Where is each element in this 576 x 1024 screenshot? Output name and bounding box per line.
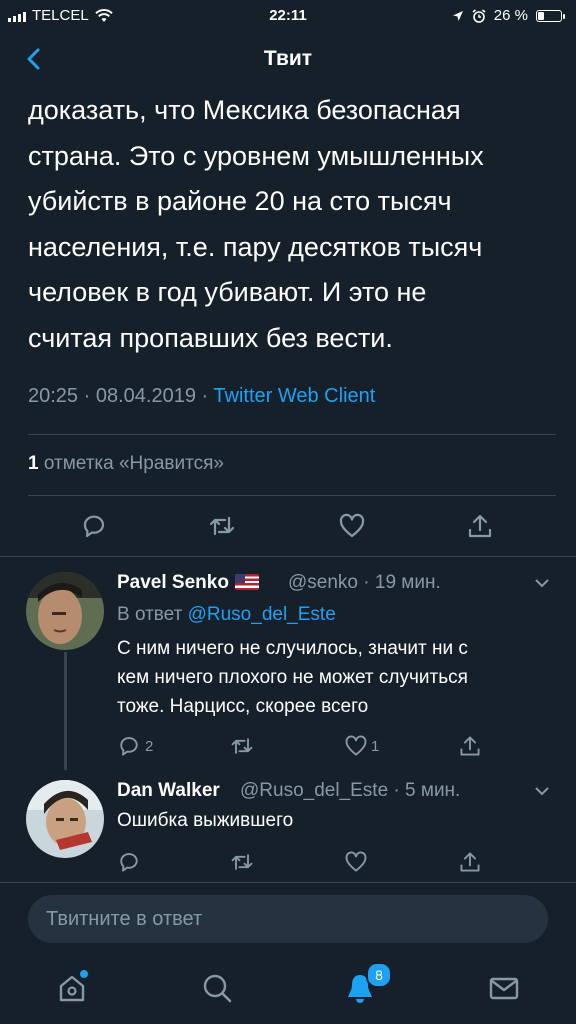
- retweet-button[interactable]: [230, 850, 254, 874]
- likes-label: отметка «Нравится»: [43, 453, 224, 474]
- tweet-options-button[interactable]: [532, 784, 552, 798]
- reply-text-line: кем ничего плохого не может случиться: [117, 667, 468, 688]
- alarm-icon: [472, 8, 486, 23]
- heart-icon: [345, 851, 367, 872]
- reply-icon: [120, 853, 138, 872]
- reply-author-name[interactable]: Dan Walker: [117, 780, 220, 802]
- retweet-icon: [209, 516, 235, 536]
- retweet-button[interactable]: [208, 512, 236, 540]
- reply-button[interactable]: [80, 512, 108, 540]
- divider: [0, 556, 576, 557]
- meta-separator: ·: [83, 385, 91, 407]
- tweet-text-line: населения, т.е. пару десятков тысяч: [28, 231, 483, 262]
- reply-icon: [83, 515, 105, 538]
- likes-count: 1: [28, 453, 39, 474]
- chevron-down-icon: [535, 579, 549, 588]
- messages-icon: [489, 977, 519, 1000]
- likes-summary[interactable]: 1 отметка «Нравится»: [28, 453, 224, 475]
- retweet-icon: [231, 738, 253, 754]
- tweet-options-button[interactable]: [532, 576, 552, 590]
- share-button[interactable]: [466, 512, 494, 540]
- tweet-text-line: человек в год убивают. И это не: [28, 277, 427, 307]
- like-count: 1: [371, 738, 380, 755]
- tweet-time: 20:25: [28, 385, 79, 407]
- like-button[interactable]: [338, 512, 366, 540]
- share-button[interactable]: [458, 734, 482, 758]
- search-icon: [203, 974, 232, 1003]
- divider: [28, 495, 556, 496]
- reply-compose-placeholder: Твитните в ответ: [46, 908, 203, 930]
- new-content-dot: [80, 970, 88, 978]
- tab-messages[interactable]: [488, 972, 520, 1004]
- us-flag-icon: [234, 574, 259, 590]
- avatar[interactable]: [26, 780, 104, 858]
- meta-separator: ·: [201, 385, 209, 407]
- reply-button[interactable]: [117, 734, 141, 758]
- thread-line: [64, 652, 67, 770]
- avatar[interactable]: [26, 572, 104, 650]
- tweet-text-line: страна. Это с уровнем умышленных: [28, 140, 484, 171]
- tweet-text-line: считая пропавших без вести.: [28, 322, 393, 353]
- location-icon: [452, 10, 463, 21]
- like-button[interactable]: [344, 734, 368, 758]
- tweet-date: 08.04.2019: [95, 385, 196, 407]
- reply-count: 2: [145, 738, 154, 755]
- notifications-badge: 8: [366, 962, 392, 988]
- reply-text: Ошибка выжившего: [117, 806, 557, 835]
- share-icon: [468, 514, 492, 538]
- tab-search[interactable]: [201, 972, 233, 1004]
- reply-compose-input[interactable]: Твитните в ответ: [28, 895, 548, 943]
- retweet-button[interactable]: [230, 734, 254, 758]
- reply-text: С ним ничего не случилось, значит ни с к…: [117, 634, 557, 721]
- reply-button[interactable]: [117, 850, 141, 874]
- tweet-meta: 20:25 · 08.04.2019 · Twitter Web Client: [28, 385, 375, 408]
- status-bar: TELCEL 22:11 26 %: [0, 0, 576, 34]
- reply-icon: [120, 737, 138, 756]
- divider: [0, 882, 576, 883]
- battery-icon: [536, 9, 565, 22]
- reply-context: В ответ @Ruso_del_Este: [117, 604, 336, 626]
- share-button[interactable]: [458, 850, 482, 874]
- share-icon: [460, 852, 480, 872]
- retweet-icon: [231, 854, 253, 870]
- heart-icon: [345, 735, 367, 756]
- chevron-down-icon: [535, 787, 549, 796]
- reply-author-name[interactable]: Pavel Senko: [117, 572, 259, 594]
- tweet-client-link[interactable]: Twitter Web Client: [213, 385, 375, 407]
- divider: [28, 434, 556, 435]
- tab-bar: 8: [0, 958, 576, 1024]
- share-icon: [460, 736, 480, 756]
- reply-to-mention[interactable]: @Ruso_del_Este: [188, 604, 336, 625]
- reply-author-handle: @senko · 19 мин.: [288, 572, 441, 593]
- tweet-text: доказать, что Мексика безопасная страна.…: [28, 88, 548, 361]
- like-button[interactable]: [344, 850, 368, 874]
- tweet-text-line: убийств в районе 20 на сто тысяч: [28, 186, 452, 216]
- tweet-text-line: доказать, что Мексика безопасная: [28, 95, 461, 125]
- reply-author-handle: @Ruso_del_Este · 5 мин.: [240, 780, 461, 801]
- battery-percent: 26 %: [493, 7, 528, 24]
- status-right: 26 %: [452, 7, 565, 24]
- page-title: Твит: [263, 47, 313, 70]
- reply-text-line: Ошибка выжившего: [117, 810, 294, 831]
- reply-text-line: тоже. Нарцисс, скорее всего: [117, 696, 369, 717]
- reply-context-prefix: В ответ: [117, 604, 183, 625]
- nav-header: Твит: [0, 34, 576, 86]
- reply-text-line: С ним ничего не случилось, значит ни с: [117, 638, 468, 659]
- heart-icon: [339, 513, 365, 538]
